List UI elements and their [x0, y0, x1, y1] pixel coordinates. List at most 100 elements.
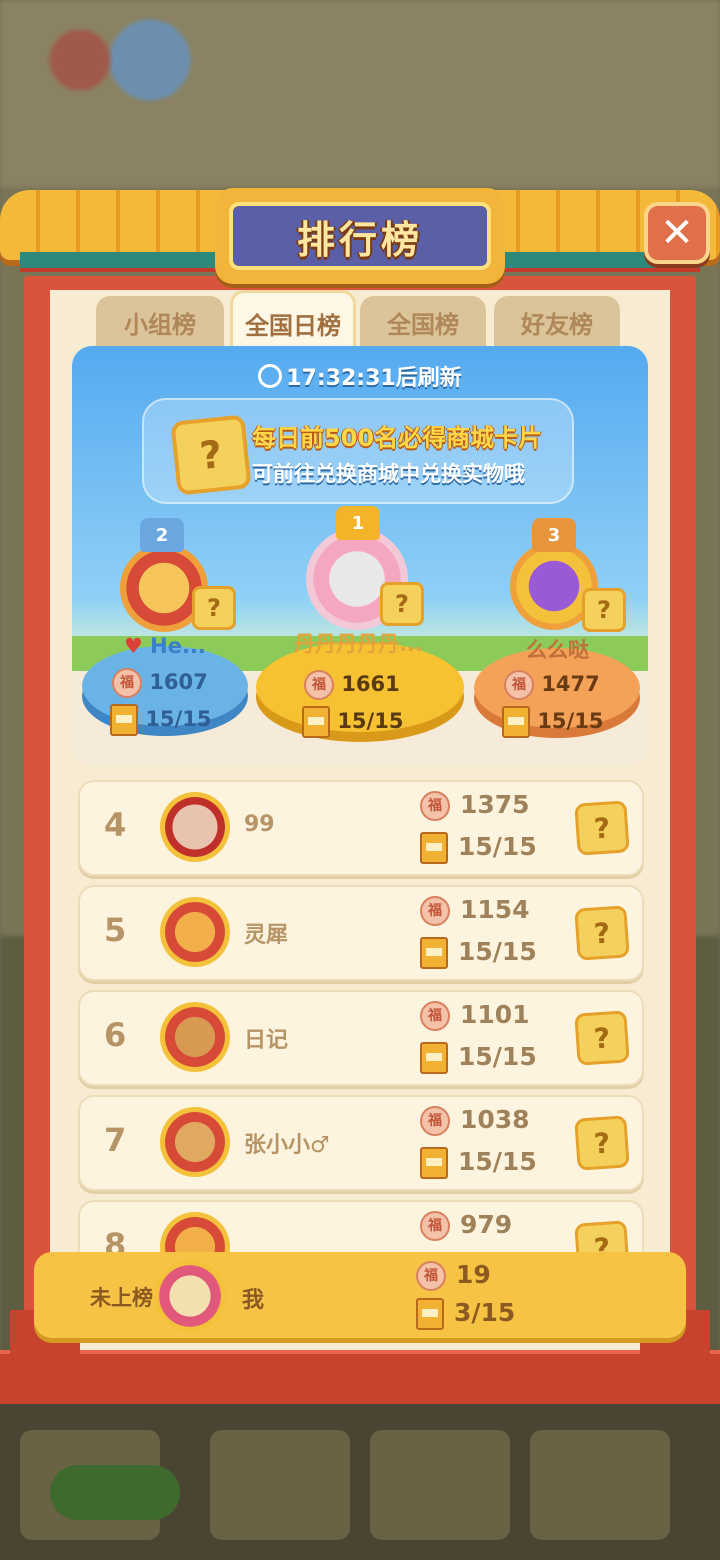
book-icon [420, 832, 448, 864]
book-count-value: 15/15 [458, 1147, 537, 1176]
podium-3-books-value: 15/15 [537, 709, 604, 733]
podium-2-score: 福 1607 [112, 668, 208, 698]
question-mark: ? [207, 594, 221, 622]
rank-number: 6 [104, 1016, 127, 1054]
book-count-value: 15/15 [458, 937, 537, 966]
podium-3-card-icon[interactable]: ? [582, 588, 626, 632]
score-value: 1038 [460, 1105, 530, 1134]
book-icon [420, 1147, 448, 1179]
card-question-icon[interactable]: ? [574, 1115, 630, 1171]
promo-line1: 每日前500名必得商城卡片 [252, 424, 543, 452]
fu-icon: 福 [304, 670, 334, 700]
bg-green-button [50, 1465, 180, 1520]
rank-3-crown-icon: 3 [532, 518, 576, 552]
fu-icon: 福 [420, 896, 450, 926]
score: 福 1154 [420, 895, 530, 926]
podium-2-books: 15/15 [110, 704, 211, 736]
podium-2-card-icon[interactable]: ? [192, 586, 236, 630]
rank-number: 5 [104, 911, 127, 949]
crown-number: 1 [351, 512, 365, 534]
refresh-timer: 17:32:31后刷新 [72, 360, 648, 392]
title-plate: 排行榜 [215, 188, 505, 284]
card-question-icon[interactable]: ? [574, 800, 630, 856]
podium-1-card-icon[interactable]: ? [380, 582, 424, 626]
score-value: 979 [460, 1210, 513, 1239]
podium-2-name: ♥ He... [124, 634, 224, 658]
promo-line2: 可前往兑换商城中兑换实物哦 [252, 462, 525, 486]
clock-icon [258, 364, 283, 388]
close-icon: ✕ [660, 210, 694, 256]
podium-1-books: 15/15 [302, 706, 403, 738]
score-value: 1101 [460, 1000, 530, 1029]
avatar[interactable] [160, 1002, 230, 1072]
rank-number: 7 [104, 1121, 127, 1159]
title-inner: 排行榜 [229, 202, 491, 270]
close-button[interactable]: ✕ [644, 202, 710, 264]
rank-row-7[interactable]: 7 张小小♂ 福 1038 15/15 ? [78, 1095, 644, 1191]
my-name: 我 [242, 1288, 265, 1313]
book-count: 15/15 [420, 1147, 537, 1179]
rank-number: 4 [104, 806, 127, 844]
podium-2-name-text: He... [150, 634, 206, 658]
tab-label: 全国日榜 [245, 311, 341, 340]
my-rank-row[interactable]: 未上榜 我 福 19 3/15 [34, 1252, 686, 1338]
bg-slot [370, 1430, 510, 1540]
crown-number: 3 [547, 524, 561, 546]
mystery-card-icon: ? [170, 414, 252, 496]
tab-group-rank[interactable]: 小组榜 [96, 296, 224, 348]
podium-3-books: 15/15 [502, 706, 603, 738]
book-icon [502, 706, 530, 738]
rank-row-5[interactable]: 5 灵犀 福 1154 15/15 ? [78, 885, 644, 981]
question-mark: ? [592, 810, 612, 846]
my-score: 福 19 [416, 1260, 491, 1291]
crown-number: 2 [155, 524, 169, 546]
my-avatar[interactable] [154, 1260, 226, 1332]
rank-row-4[interactable]: 4 99 福 1375 15/15 ? [78, 780, 644, 876]
heart-icon: ♥ [124, 634, 143, 658]
fu-icon: 福 [420, 1211, 450, 1241]
tab-national[interactable]: 全国榜 [360, 296, 486, 348]
avatar[interactable] [160, 897, 230, 967]
tab-label: 小组榜 [124, 310, 196, 339]
page-title: 排行榜 [296, 217, 423, 262]
avatar[interactable] [160, 1107, 230, 1177]
book-count: 15/15 [420, 1042, 537, 1074]
tab-label: 好友榜 [521, 310, 593, 339]
player-name: 张小小♂ [244, 1133, 330, 1158]
rank-row-6[interactable]: 6 日记 福 1101 15/15 ? [78, 990, 644, 1086]
player-name: 灵犀 [244, 923, 289, 948]
tab-friends[interactable]: 好友榜 [494, 296, 620, 348]
fu-icon: 福 [416, 1261, 446, 1291]
top-three-banner: 17:32:31后刷新 ? 每日前500名必得商城卡片 可前往兑换商城中兑换实物… [72, 346, 648, 766]
podium-1-score-value: 1661 [341, 672, 400, 696]
fu-icon: 福 [420, 1001, 450, 1031]
question-mark: ? [197, 431, 225, 479]
my-book-count: 3/15 [416, 1298, 515, 1330]
book-icon [416, 1298, 444, 1330]
podium-2-score-value: 1607 [149, 670, 208, 694]
score: 福 979 [420, 1210, 512, 1241]
bg-slot [530, 1430, 670, 1540]
rank-2-crown-icon: 2 [140, 518, 184, 552]
question-mark: ? [592, 1125, 612, 1161]
podium-3-score: 福 1477 [504, 670, 600, 700]
question-mark: ? [395, 590, 409, 618]
question-mark: ? [592, 915, 612, 951]
tab-national-daily[interactable]: 全国日榜 [230, 290, 356, 353]
player-name: 日记 [244, 1028, 289, 1053]
fu-icon: 福 [420, 1106, 450, 1136]
fu-icon: 福 [112, 668, 142, 698]
book-count: 15/15 [420, 937, 537, 969]
book-icon [110, 704, 138, 736]
my-book-count-value: 3/15 [454, 1298, 516, 1327]
avatar[interactable] [160, 792, 230, 862]
reward-promo[interactable]: ? 每日前500名必得商城卡片 可前往兑换商城中兑换实物哦 [142, 398, 574, 504]
refresh-text: 17:32:31后刷新 [286, 366, 462, 391]
my-score-value: 19 [456, 1260, 491, 1289]
card-question-icon[interactable]: ? [574, 905, 630, 961]
card-question-icon[interactable]: ? [574, 1010, 630, 1066]
book-count: 15/15 [420, 832, 537, 864]
book-icon [302, 706, 330, 738]
book-count-value: 15/15 [458, 832, 537, 861]
book-icon [420, 1042, 448, 1074]
